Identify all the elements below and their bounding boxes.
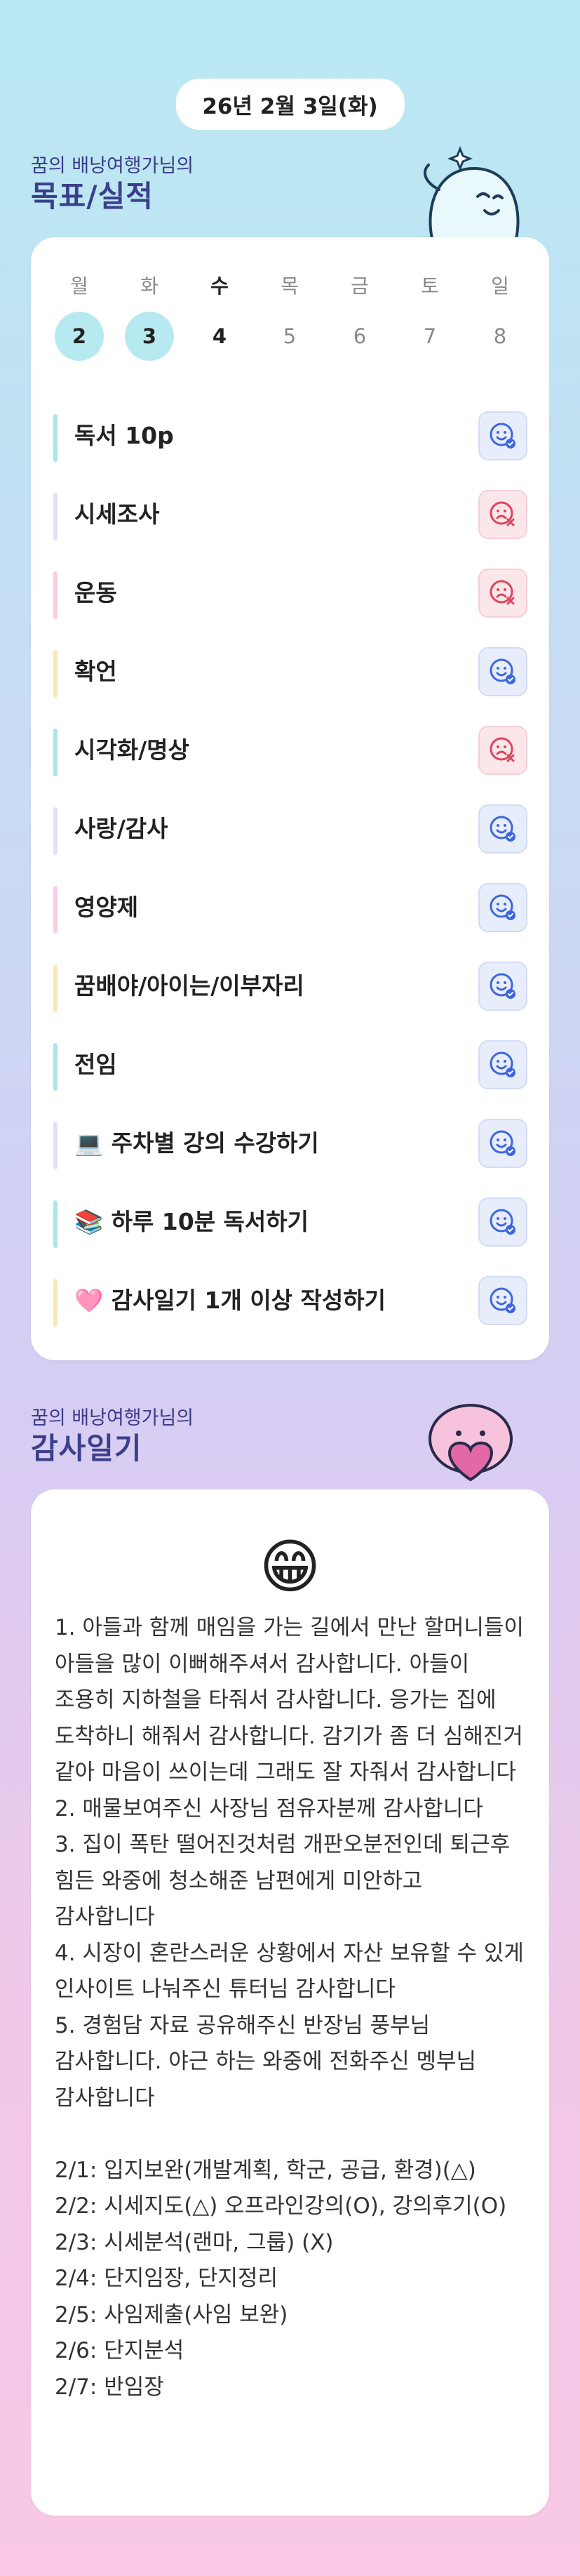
smile-check-icon[interactable] <box>478 1276 527 1325</box>
habit-color-bar <box>53 807 58 855</box>
habit-label: 📚 하루 10분 독서하기 <box>74 1208 309 1235</box>
habit-label: 시각화/명상 <box>74 736 189 764</box>
heart-mascot-icon <box>429 1404 513 1482</box>
day-column[interactable]: 토7 <box>405 272 454 361</box>
habit-row[interactable]: 🩷 감사일기 1개 이상 작성하기 <box>53 1258 527 1336</box>
day-name: 목 <box>281 274 299 298</box>
habit-label: 꿈배야/아이는/이부자리 <box>74 972 304 1000</box>
habit-row[interactable]: 독서 10p <box>53 393 527 472</box>
day-column[interactable]: 화3 <box>125 272 174 361</box>
day-name: 수 <box>210 274 229 298</box>
week-strip: 월2화3수4목5금6토7일8 <box>55 272 525 361</box>
habit-row[interactable]: 전임 <box>53 1022 527 1101</box>
day-column[interactable]: 목5 <box>265 272 314 361</box>
smile-check-icon[interactable] <box>478 1197 527 1247</box>
grin-emoji-icon: 😁 <box>259 1532 321 1601</box>
day-name: 월 <box>70 274 88 298</box>
habit-list: 독서 10p 시세조사운동확언시각화/명상사랑/감사영양제꿈배야/아이는/이부자리… <box>53 393 527 1336</box>
habit-color-bar <box>53 886 58 934</box>
gratitude-card: 😁 1. 아들과 함께 매임을 가는 길에서 만난 할머니들이 아들을 많이 이… <box>31 1489 549 2516</box>
habit-label: 확언 <box>74 658 117 685</box>
habit-color-bar <box>53 1200 58 1248</box>
smile-check-icon[interactable] <box>478 1040 527 1089</box>
day-number[interactable]: 2 <box>55 312 104 361</box>
habit-row[interactable]: 시각화/명상 <box>53 708 527 786</box>
habit-label: 🩷 감사일기 1개 이상 작성하기 <box>74 1287 386 1314</box>
gratitude-text: 1. 아들과 함께 매임을 가는 길에서 만난 할머니들이 아들을 많이 이뻐해… <box>55 1615 524 2400</box>
habit-row[interactable]: 💻 주차별 강의 수강하기 <box>53 1101 527 1179</box>
smile-check-icon[interactable] <box>478 1119 527 1168</box>
habit-color-bar <box>53 729 58 776</box>
gratitude-title: 감사일기 <box>31 1431 142 1466</box>
habit-label: 사랑/감사 <box>74 815 168 842</box>
day-number[interactable]: 8 <box>476 312 525 361</box>
smile-check-icon[interactable] <box>478 411 527 460</box>
habit-label: 💻 주차별 강의 수강하기 <box>74 1129 319 1157</box>
day-number[interactable]: 7 <box>405 312 454 361</box>
smile-check-icon[interactable] <box>478 804 527 854</box>
day-column[interactable]: 월2 <box>55 272 104 361</box>
habit-label: 운동 <box>74 579 117 606</box>
habit-color-bar <box>53 1043 58 1091</box>
day-number[interactable]: 5 <box>265 312 314 361</box>
day-number[interactable]: 3 <box>125 312 174 361</box>
habit-row[interactable]: 시세조사 <box>53 472 527 550</box>
habit-color-bar <box>53 650 58 698</box>
ghost-mascot-icon <box>424 145 520 240</box>
day-column[interactable]: 금6 <box>335 272 384 361</box>
habit-color-bar <box>53 964 58 1012</box>
day-name: 금 <box>351 274 369 298</box>
goals-title: 목표/실적 <box>31 179 154 213</box>
smile-check-icon[interactable] <box>478 647 527 696</box>
sad-x-icon[interactable] <box>478 569 527 618</box>
sad-x-icon[interactable] <box>478 726 527 775</box>
smile-check-icon[interactable] <box>478 962 527 1011</box>
habit-label: 시세조사 <box>74 500 160 528</box>
sad-x-icon[interactable] <box>478 490 527 539</box>
habit-row[interactable]: 꿈배야/아이는/이부자리 <box>53 943 527 1022</box>
habit-label: 영양제 <box>74 894 139 921</box>
day-name: 화 <box>140 274 159 298</box>
habit-row[interactable]: 사랑/감사 <box>53 786 527 865</box>
day-number[interactable]: 6 <box>335 312 384 361</box>
habit-row[interactable]: 영양제 <box>53 865 527 943</box>
day-name: 일 <box>491 274 509 298</box>
habit-label: 전임 <box>74 1051 117 1078</box>
habit-label: 독서 10p <box>74 422 174 449</box>
goals-card: 월2화3수4목5금6토7일8 독서 10p 시세조사 운동 확언 시각화/명상 사랑/감사… <box>31 237 549 1360</box>
habit-color-bar <box>53 414 58 462</box>
habit-row[interactable]: 📚 하루 10분 독서하기 <box>53 1179 527 1258</box>
day-column[interactable]: 일8 <box>476 272 525 361</box>
habit-color-bar <box>53 571 58 619</box>
day-name: 토 <box>421 274 439 298</box>
habit-row[interactable]: 운동 <box>53 550 527 629</box>
smile-check-icon[interactable] <box>478 883 527 932</box>
habit-row[interactable]: 확언 <box>53 629 527 708</box>
habit-color-bar <box>53 493 58 540</box>
habit-color-bar <box>53 1122 58 1169</box>
day-number[interactable]: 4 <box>195 312 244 361</box>
date-pill[interactable]: 26년 2월 3일(화) <box>175 79 405 130</box>
habit-color-bar <box>53 1279 58 1327</box>
day-column[interactable]: 수4 <box>195 272 244 361</box>
